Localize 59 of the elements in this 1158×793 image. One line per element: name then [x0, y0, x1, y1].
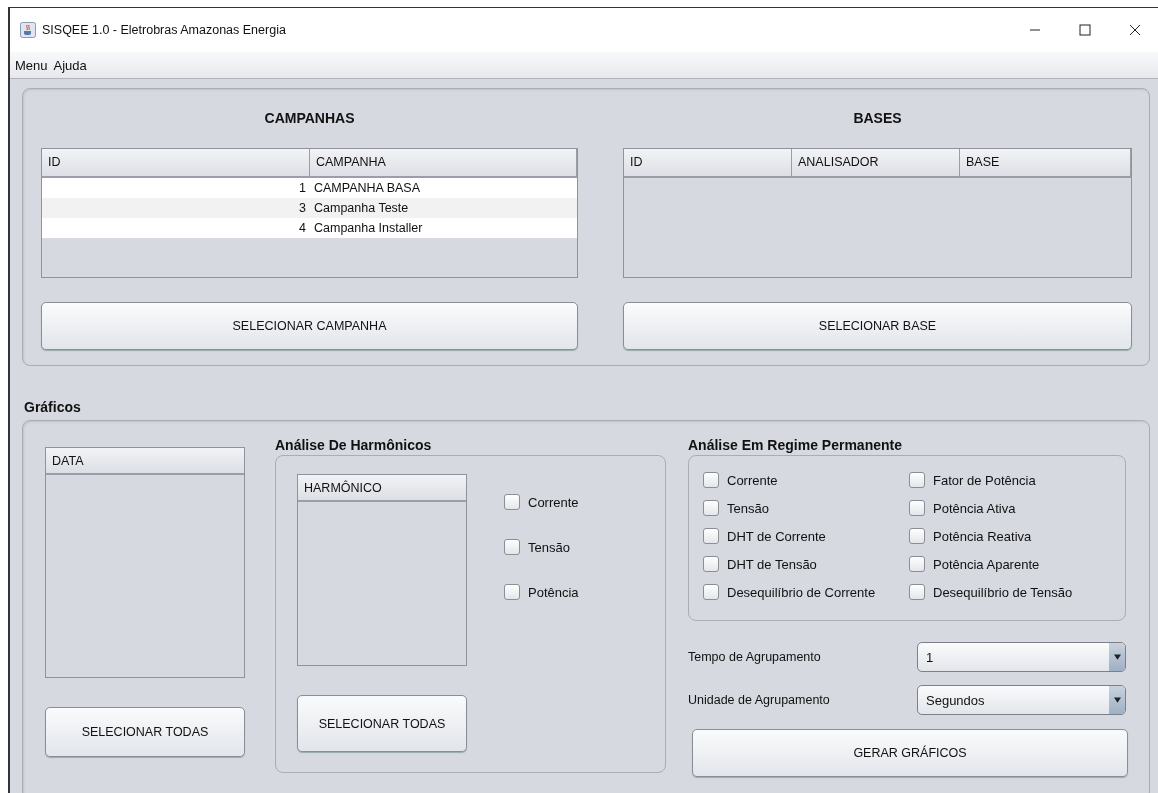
checkbox[interactable]: [504, 494, 520, 510]
checkbox-option[interactable]: Potência Aparente: [909, 556, 1125, 572]
checkbox-option[interactable]: DHT de Tensão: [703, 556, 909, 572]
section-title: CAMPANHAS: [263, 110, 356, 128]
window-title: SISQEE 1.0 - Eletrobras Amazonas Energia: [42, 23, 286, 37]
table-cell-text: 3: [298, 201, 307, 215]
checkbox-option[interactable]: Tensão: [703, 500, 909, 516]
checkbox[interactable]: [909, 556, 925, 572]
checkbox[interactable]: [703, 556, 719, 572]
checkbox-option[interactable]: Corrente: [703, 472, 909, 488]
group-title: Análise Em Regime Permanente: [688, 437, 903, 455]
grouping-unit-dropdown[interactable]: Segundos: [917, 685, 1126, 715]
checkbox-option[interactable]: Potência: [504, 584, 579, 600]
checkbox-option[interactable]: DHT de Corrente: [703, 528, 909, 544]
date-list[interactable]: DATA: [45, 447, 245, 678]
select-all-button[interactable]: SELECIONAR TODAS: [45, 707, 245, 757]
select-all-button[interactable]: SELECIONAR TODAS: [297, 695, 467, 752]
checkbox[interactable]: [703, 528, 719, 544]
section-title: Gráficos: [24, 399, 82, 415]
checkbox-option[interactable]: Tensão: [504, 539, 579, 555]
checkbox-option[interactable]: Desequilíbrio de Tensão: [909, 584, 1125, 600]
table-row[interactable]: 3 Campanha Teste: [42, 198, 577, 218]
select-base-button[interactable]: SELECIONAR BASE: [623, 302, 1132, 350]
table-cell-text: CAMPANHA BASA: [313, 181, 422, 195]
table-row[interactable]: 4 Campanha Installer: [42, 218, 577, 238]
harmonic-list[interactable]: HARMÔNICO: [297, 474, 467, 666]
checkbox[interactable]: [504, 584, 520, 600]
select-campaign-button[interactable]: SELECIONAR CAMPANHA: [41, 302, 578, 350]
caret-icon: [1113, 654, 1121, 660]
table-cell-text: 1: [298, 181, 307, 195]
checkbox-option[interactable]: Desequilíbrio de Corrente: [703, 584, 909, 600]
checkbox-option[interactable]: Fator de Potência: [909, 472, 1125, 488]
field-label: Tempo de Agrupamento: [688, 650, 821, 664]
checkbox[interactable]: [703, 584, 719, 600]
checkbox[interactable]: [703, 500, 719, 516]
group-title: Análise De Harmônicos: [275, 437, 433, 455]
table-row[interactable]: 1 CAMPANHA BASA: [42, 178, 577, 198]
caret-icon: [1113, 697, 1121, 703]
checkbox[interactable]: [504, 539, 520, 555]
grouping-time-dropdown[interactable]: 1: [917, 642, 1126, 672]
coffee-cup-icon: [20, 22, 36, 38]
table-cell-text: Campanha Teste: [313, 201, 410, 215]
column-header[interactable]: HARMÔNICO: [298, 475, 466, 502]
section-title: BASES: [852, 110, 903, 128]
checkbox-option[interactable]: Potência Ativa: [909, 500, 1125, 516]
menu-item[interactable]: Ajuda: [50, 57, 90, 73]
generate-charts-button[interactable]: GERAR GRÁFICOS: [692, 729, 1128, 777]
checkbox[interactable]: [909, 528, 925, 544]
field-label: Unidade de Agrupamento: [688, 693, 830, 707]
checkbox[interactable]: [909, 500, 925, 516]
column-header[interactable]: DATA: [46, 448, 244, 475]
table-cell-text: Campanha Installer: [313, 221, 424, 235]
checkbox[interactable]: [909, 472, 925, 488]
checkbox[interactable]: [909, 584, 925, 600]
menu-item[interactable]: Menu: [12, 57, 51, 73]
checkbox[interactable]: [703, 472, 719, 488]
table-cell-text: 4: [298, 221, 307, 235]
checkbox-option[interactable]: Corrente: [504, 494, 579, 510]
checkbox-option[interactable]: Potência Reativa: [909, 528, 1125, 544]
